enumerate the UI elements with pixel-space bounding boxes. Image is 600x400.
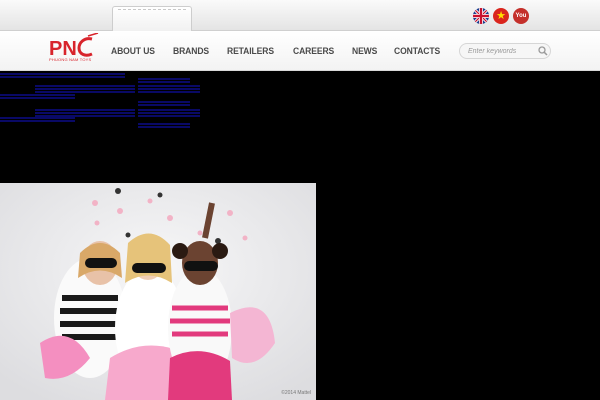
hero-photo (0, 183, 316, 400)
nav-retailers[interactable]: RETAILERS (227, 31, 289, 71)
top-tab[interactable] (112, 6, 192, 31)
nav-about-us[interactable]: ABOUT US (111, 31, 170, 71)
brand-tagline: PHUONG NAM TOYS (49, 57, 92, 62)
top-bar: ★ You (0, 0, 600, 31)
broken-link-text (0, 72, 210, 132)
uk-flag-icon[interactable] (473, 8, 489, 24)
youtube-icon-label: You (515, 13, 527, 19)
nav-brands[interactable]: BRANDS (173, 31, 224, 71)
search-icon[interactable] (538, 46, 548, 56)
vietnam-flag-icon[interactable]: ★ (493, 8, 509, 24)
search-input[interactable] (468, 45, 534, 57)
nav-news[interactable]: NEWS (352, 31, 392, 71)
nav-contacts[interactable]: CONTACTS (394, 31, 455, 71)
search-box (459, 43, 551, 59)
youtube-icon[interactable]: You (513, 8, 529, 24)
main-nav: ABOUT US BRANDS RETAILERS CAREERS NEWS C… (111, 31, 459, 71)
nav-careers[interactable]: CAREERS (293, 31, 349, 71)
main-navbar: PN PHUONG NAM TOYS ABOUT US BRANDS RETAI… (0, 31, 600, 71)
hero-image: ©2014 Mattel (0, 183, 316, 400)
hero-copyright: ©2014 Mattel (281, 390, 311, 396)
